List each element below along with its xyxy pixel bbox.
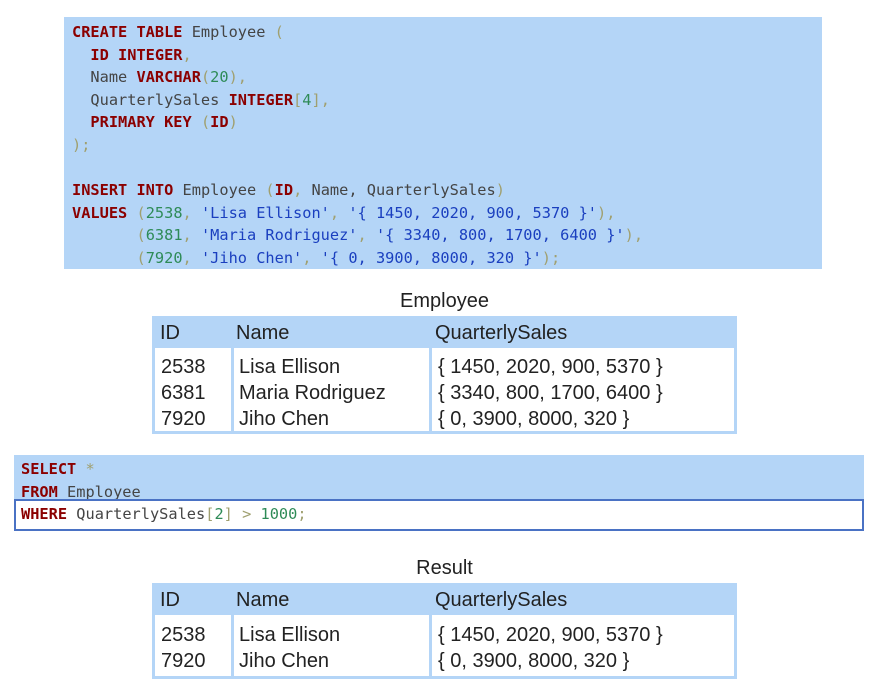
table-cell: { 0, 3900, 8000, 320 } — [438, 650, 630, 672]
name-column: Lisa Ellison Jiho Chen — [239, 622, 340, 676]
sql-keyword: CREATE TABLE — [72, 23, 183, 41]
result-table-body: 2538 7920 Lisa Ellison Jiho Chen { 1450,… — [152, 583, 737, 679]
column-divider — [231, 316, 234, 431]
table-cell: Maria Rodriguez — [239, 382, 386, 404]
create-insert-code-block: CREATE TABLE Employee ( ID INTEGER, Name… — [64, 17, 822, 269]
select-sql-code: SELECT * FROM Employee — [21, 460, 141, 501]
quarterly-sales-column: { 1450, 2020, 900, 5370 } { 3340, 800, 1… — [438, 354, 663, 431]
table-cell: 2538 — [161, 624, 206, 646]
table-cell: 2538 — [161, 356, 206, 378]
id-column: 2538 6381 7920 — [161, 354, 206, 431]
name-column: Lisa Ellison Maria Rodriguez Jiho Chen — [239, 354, 386, 431]
table-cell: { 3340, 800, 1700, 6400 } — [438, 382, 663, 404]
employee-table-title: Employee — [400, 290, 489, 312]
table-cell: Lisa Ellison — [239, 624, 341, 646]
table-cell: Jiho Chen — [239, 408, 330, 430]
id-column: 2538 7920 — [161, 622, 206, 676]
table-cell: Lisa Ellison — [239, 356, 341, 378]
result-table: ID Name QuarterlySales 2538 7920 Lisa El… — [152, 583, 737, 679]
employee-table: ID Name QuarterlySales 2538 6381 7920 Li… — [152, 316, 737, 434]
table-cell: 7920 — [161, 408, 206, 430]
column-divider — [429, 316, 432, 431]
column-divider — [429, 583, 432, 676]
column-divider — [231, 583, 234, 676]
create-sql-code: CREATE TABLE Employee ( ID INTEGER, Name… — [72, 23, 644, 267]
employee-table-body: 2538 6381 7920 Lisa Ellison Maria Rodrig… — [152, 316, 737, 434]
table-cell: Jiho Chen — [239, 650, 330, 672]
table-cell: { 1450, 2020, 900, 5370 } — [438, 624, 663, 646]
where-clause-highlight: WHERE QuarterlySales[2] > 1000; — [14, 499, 864, 531]
table-cell: { 1450, 2020, 900, 5370 } — [438, 356, 663, 378]
quarterly-sales-column: { 1450, 2020, 900, 5370 } { 0, 3900, 800… — [438, 622, 663, 676]
table-cell: 7920 — [161, 650, 206, 672]
table-cell: { 0, 3900, 8000, 320 } — [438, 408, 630, 430]
where-sql-code: WHERE QuarterlySales[2] > 1000; — [21, 505, 307, 523]
result-table-title: Result — [416, 557, 473, 579]
table-cell: 6381 — [161, 382, 206, 404]
